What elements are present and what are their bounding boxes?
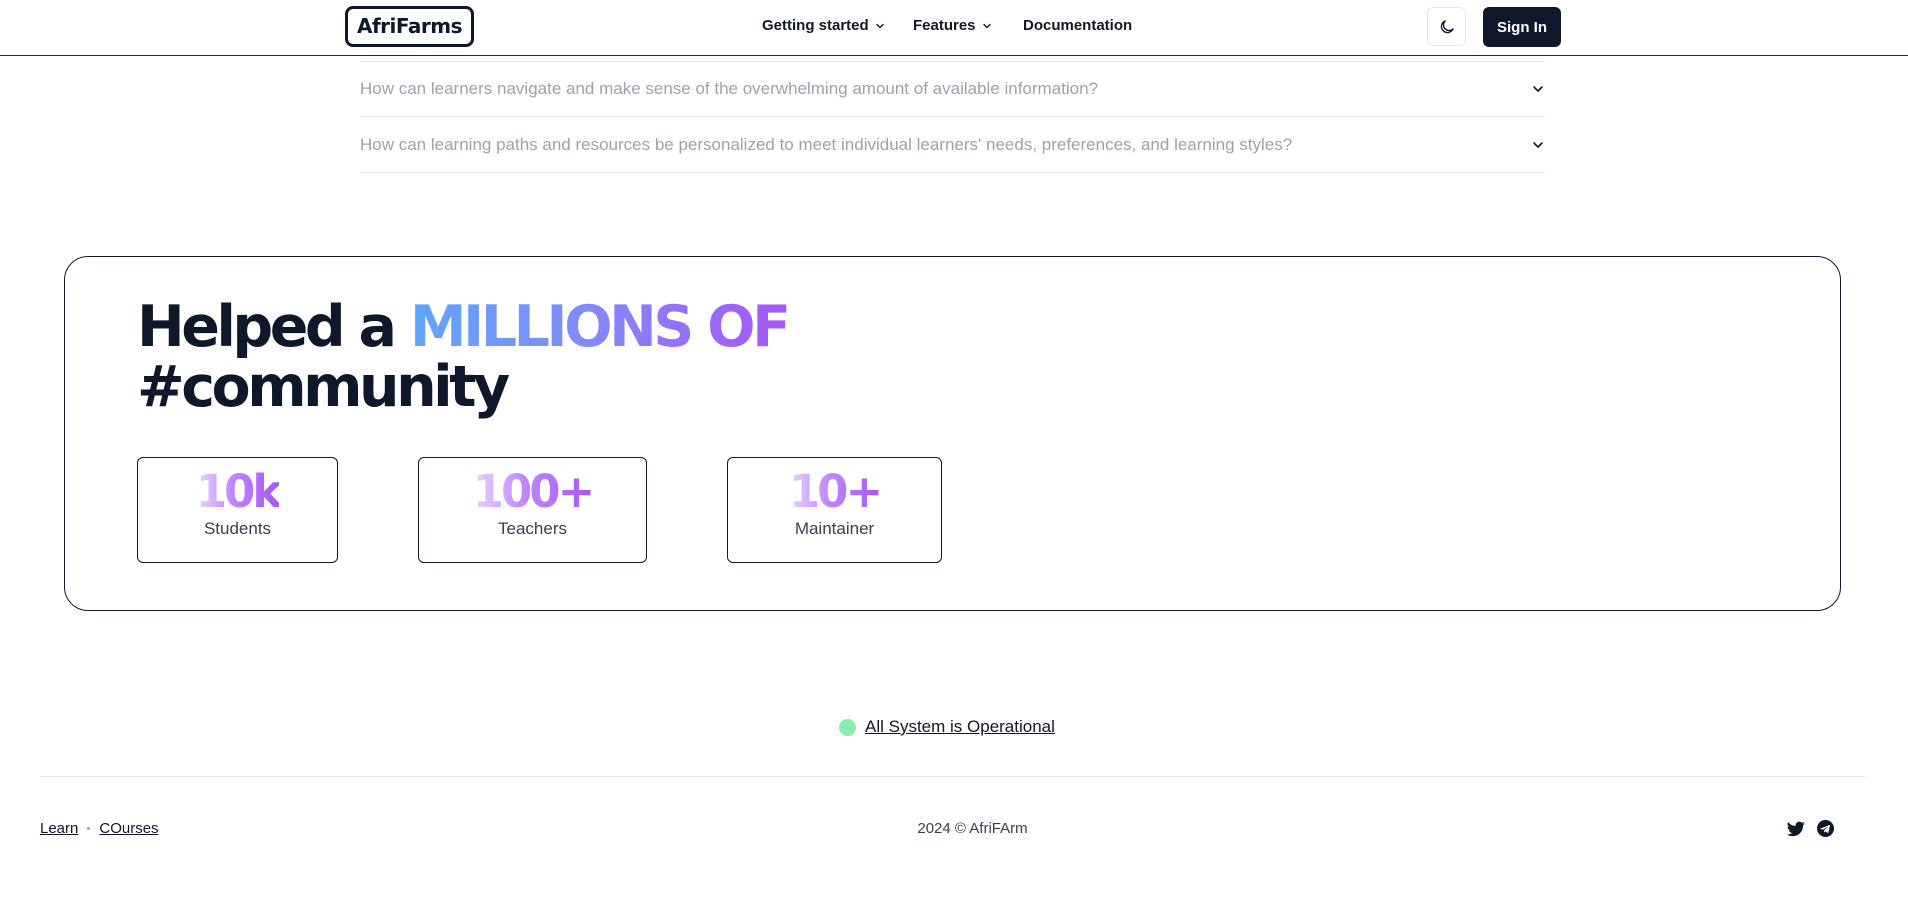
- headline-prefix: Helped a: [137, 294, 410, 360]
- nav-documentation[interactable]: Documentation: [1023, 17, 1132, 34]
- stat-students: 10k Students: [137, 457, 338, 563]
- faq-item[interactable]: How can learning paths and resources be …: [360, 117, 1545, 173]
- stats-card: Helped a MILLIONS OF #community 10k Stude…: [64, 256, 1841, 611]
- twitter-icon[interactable]: [1787, 821, 1805, 837]
- faq-item[interactable]: How can learners navigate and make sense…: [360, 61, 1545, 117]
- moon-icon: [1440, 19, 1454, 33]
- stat-value: 100+: [472, 465, 596, 518]
- copyright: 2024 © AfriFArm: [917, 820, 1028, 837]
- telegram-icon[interactable]: [1817, 820, 1834, 837]
- theme-toggle-button[interactable]: [1427, 7, 1466, 46]
- stat-maintainers: 10+ Maintainer: [727, 457, 942, 563]
- faq-question: How can learning paths and resources be …: [360, 134, 1293, 154]
- stat-label: Maintainer: [794, 519, 875, 538]
- stat-teachers: 100+ Teachers: [418, 457, 647, 563]
- stat-value: 10+: [788, 465, 883, 518]
- faq-list: How can learners navigate and make sense…: [360, 61, 1545, 173]
- chevron-down-icon: [982, 23, 991, 28]
- faq-question: How can learners navigate and make sense…: [360, 79, 1099, 98]
- nav-getting-started-label: Getting started: [762, 17, 869, 34]
- headline-community: #community: [137, 354, 510, 420]
- nav-documentation-label: Documentation: [1023, 17, 1133, 34]
- stats-headline: Helped a MILLIONS OF #community: [137, 294, 791, 420]
- site-logo[interactable]: AfriFarms: [345, 6, 474, 47]
- chevron-down-icon: [1533, 141, 1543, 148]
- social-links: [1787, 820, 1834, 837]
- chevron-down-icon: [875, 23, 884, 28]
- status-link[interactable]: All System is Operational: [865, 717, 1055, 737]
- nav-features-label: Features: [913, 17, 976, 34]
- site-header: AfriFarms Getting started Features Docum…: [0, 0, 1908, 56]
- stat-value: 10k: [195, 465, 283, 518]
- nav-features[interactable]: Features: [913, 17, 992, 34]
- stat-label: Teachers: [498, 519, 567, 538]
- stat-label: Students: [203, 519, 272, 538]
- sign-in-button[interactable]: Sign In: [1483, 7, 1561, 47]
- footer-divider: [40, 776, 1865, 777]
- nav-getting-started[interactable]: Getting started: [762, 17, 885, 34]
- headline-highlight: MILLIONS OF: [409, 294, 791, 360]
- chevron-down-icon: [1533, 86, 1543, 92]
- system-status: All System is Operational: [839, 717, 1055, 737]
- status-indicator-dot: [839, 718, 856, 736]
